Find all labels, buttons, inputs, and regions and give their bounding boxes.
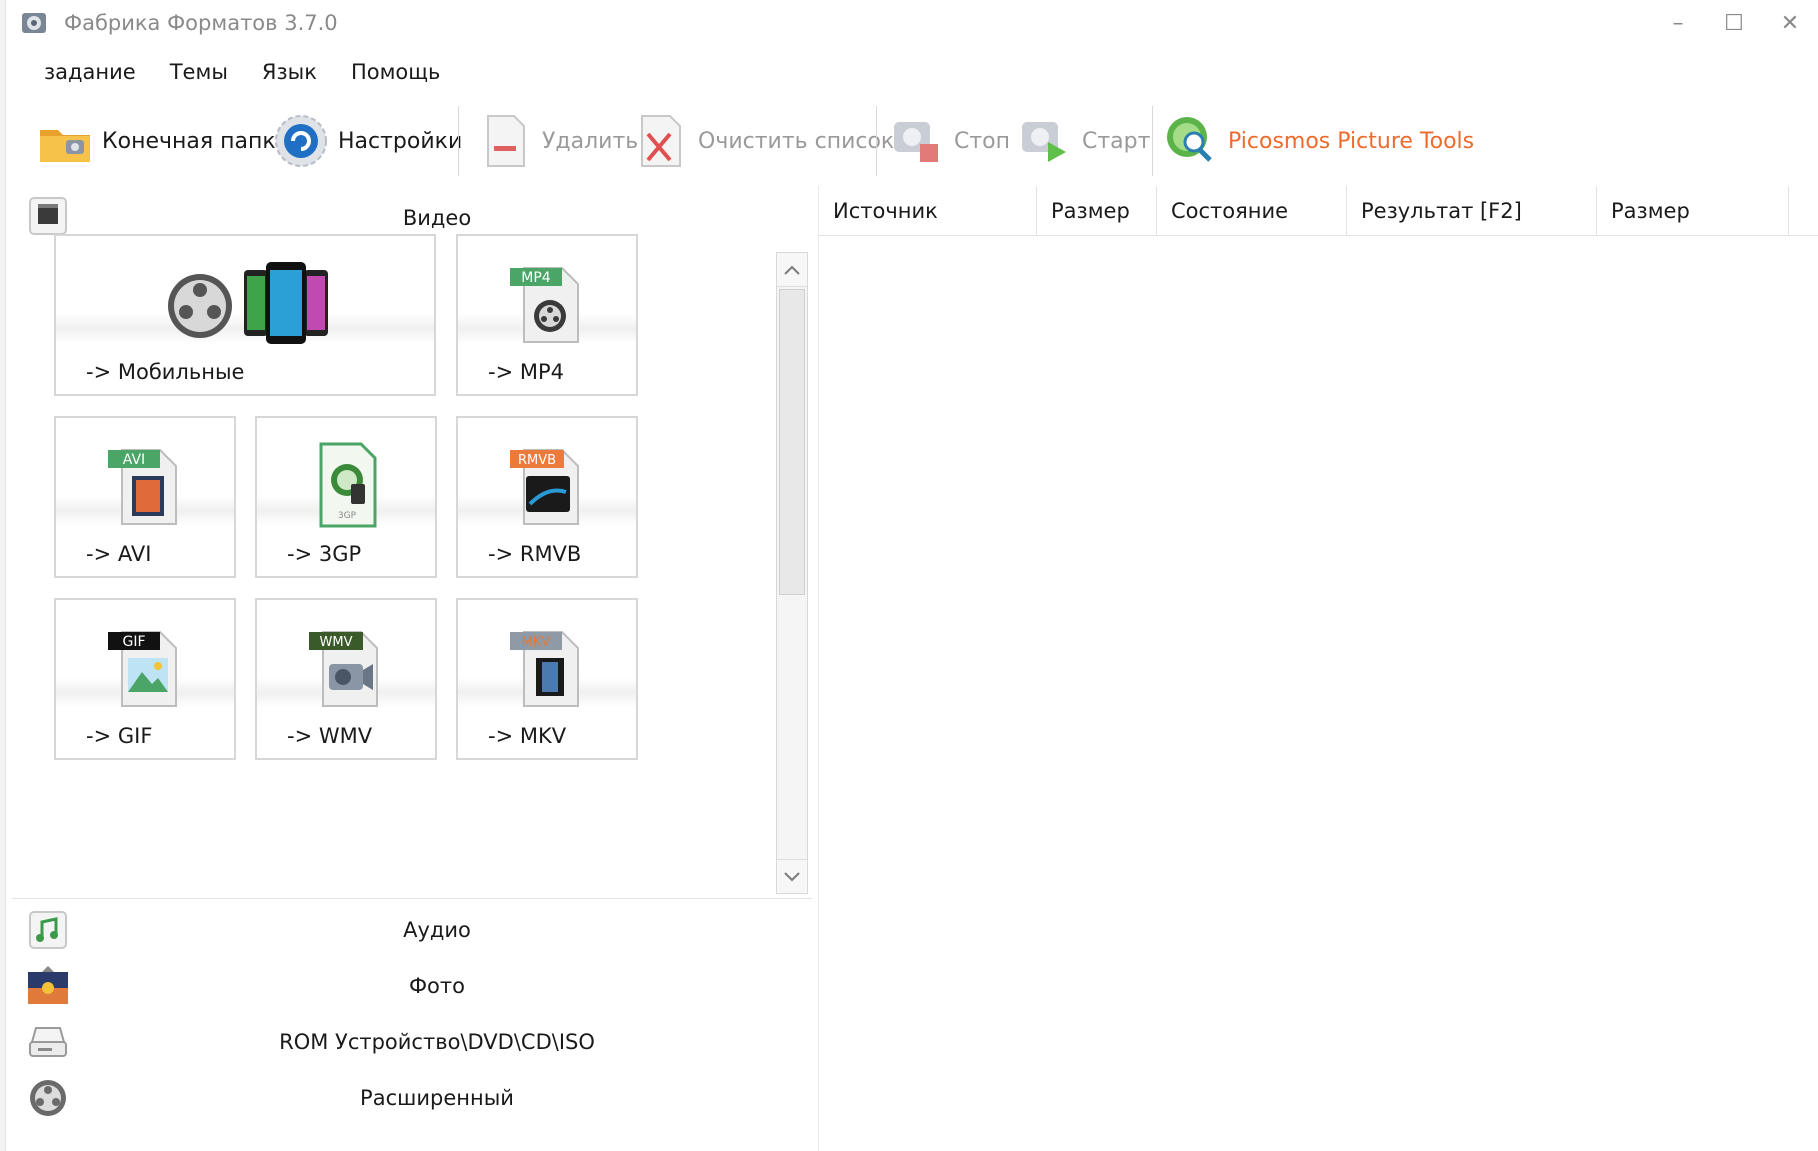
close-button[interactable]: ✕	[1762, 0, 1818, 46]
task-list-header: Источник Размер Состояние Результат [F2]…	[819, 186, 1818, 236]
mobile-devices-icon	[168, 262, 328, 344]
menu-bar: задание Темы Язык Помощь	[6, 52, 440, 92]
avi-file-icon: AVI	[108, 449, 177, 525]
delete-icon	[487, 115, 525, 167]
rmvb-file-icon: RMVB	[510, 449, 579, 525]
tile-gif[interactable]: GIF -> GIF	[54, 598, 236, 760]
settings-button[interactable]: Настройки	[272, 96, 462, 186]
settings-label: Настройки	[338, 128, 463, 154]
tile-mp4[interactable]: MP4 -> MP4	[456, 234, 638, 396]
tile-avi[interactable]: AVI -> AVI	[54, 416, 236, 578]
toolbar-separator	[458, 106, 459, 176]
window-controls: – ☐ ✕	[1650, 0, 1818, 46]
scroll-down-button[interactable]	[777, 859, 807, 893]
column-source[interactable]: Источник	[819, 186, 1037, 236]
category-photo-label: Фото	[408, 974, 465, 998]
wmv-file-icon: WMV	[309, 631, 378, 707]
toolbar-separator	[1152, 106, 1153, 176]
picosmos-icon	[1167, 117, 1212, 162]
tile-avi-label: -> AVI	[86, 542, 152, 566]
chevron-down-icon	[784, 871, 800, 881]
tile-mobile[interactable]: -> Мобильные	[54, 234, 436, 396]
minimize-button[interactable]: –	[1650, 0, 1706, 46]
toolbar: Конечная папка Настройки Удалить Очистит…	[6, 96, 1818, 186]
mkv-file-icon: MKV	[510, 631, 579, 707]
stop-label: Стоп	[954, 128, 1011, 154]
output-folder-label: Конечная папка	[102, 128, 290, 154]
category-rom[interactable]: ROM Устройство\DVD\CD\ISO	[12, 1012, 810, 1074]
3gp-badge: 3GP	[338, 511, 357, 521]
rmvb-badge: RMVB	[518, 453, 556, 468]
tile-rmvb-label: -> RMVB	[488, 542, 582, 566]
chevron-up-icon	[784, 265, 800, 275]
conversion-panel: Видео -> Мобильные MP4 -> MP4 AVI -> AVI…	[12, 186, 812, 1151]
category-advanced-label: Расширенный	[360, 1086, 514, 1110]
stop-button[interactable]: Стоп	[888, 96, 1010, 186]
clear-list-button[interactable]: Очистить список	[632, 96, 894, 186]
scroll-thumb[interactable]	[779, 289, 805, 595]
tile-wmv-label: -> WMV	[287, 724, 373, 748]
picosmos-label: Picosmos Picture Tools	[1228, 128, 1475, 154]
stop-icon	[894, 122, 938, 162]
category-photo[interactable]: Фото	[12, 956, 810, 1018]
gif-file-icon: GIF	[108, 631, 177, 707]
menu-themes[interactable]: Темы	[170, 60, 228, 84]
start-button[interactable]: Старт	[1016, 96, 1150, 186]
delete-label: Удалить	[542, 128, 639, 154]
tiles-scrollbar[interactable]	[776, 252, 808, 894]
mp4-file-icon: MP4	[510, 267, 579, 343]
category-advanced[interactable]: Расширенный	[12, 1068, 810, 1130]
menu-help[interactable]: Помощь	[351, 60, 441, 84]
column-status[interactable]: Состояние	[1157, 186, 1347, 236]
scroll-up-button[interactable]	[777, 253, 807, 287]
column-size[interactable]: Размер	[1037, 186, 1157, 236]
clear-list-label: Очистить список	[698, 128, 895, 154]
avi-badge: AVI	[123, 452, 145, 468]
3gp-file-icon: 3GP	[319, 442, 377, 528]
tile-mp4-label: -> MP4	[488, 360, 564, 384]
category-video-label: Видео	[402, 206, 472, 230]
task-list-panel: Источник Размер Состояние Результат [F2]…	[818, 186, 1818, 1151]
wmv-badge: WMV	[320, 635, 353, 650]
category-rom-label: ROM Устройство\DVD\CD\ISO	[279, 1030, 595, 1054]
mkv-badge: MKV	[522, 635, 551, 650]
folder-icon	[40, 130, 90, 162]
tile-wmv[interactable]: WMV -> WMV	[255, 598, 437, 760]
delete-button[interactable]: Удалить	[476, 96, 638, 186]
tile-rmvb[interactable]: RMVB -> RMVB	[456, 416, 638, 578]
tile-3gp-label: -> 3GP	[287, 542, 362, 566]
maximize-button[interactable]: ☐	[1706, 0, 1762, 46]
tile-mkv-label: -> MKV	[488, 724, 567, 748]
title-bar: Фабрика Форматов 3.7.0 – ☐ ✕	[6, 0, 1818, 46]
menu-task[interactable]: задание	[44, 60, 136, 84]
tile-mkv[interactable]: MKV -> MKV	[456, 598, 638, 760]
app-icon	[22, 13, 46, 33]
tile-gif-label: -> GIF	[86, 724, 153, 748]
category-divider	[12, 898, 812, 899]
window-title: Фабрика Форматов 3.7.0	[64, 11, 338, 35]
toolbar-separator	[876, 106, 877, 176]
mp4-badge: MP4	[521, 270, 551, 286]
column-result[interactable]: Результат [F2]	[1347, 186, 1597, 236]
column-output-size[interactable]: Размер	[1597, 186, 1789, 236]
menu-language[interactable]: Язык	[262, 60, 317, 84]
category-audio[interactable]: Аудио	[12, 900, 810, 962]
picosmos-button[interactable]: Picosmos Picture Tools	[1162, 96, 1474, 186]
settings-icon	[275, 115, 327, 167]
tile-3gp[interactable]: 3GP -> 3GP	[255, 416, 437, 578]
tile-mobile-label: -> Мобильные	[86, 360, 245, 384]
output-folder-button[interactable]: Конечная папка	[36, 96, 289, 186]
start-label: Старт	[1082, 128, 1151, 154]
category-audio-label: Аудио	[403, 918, 471, 942]
start-icon	[1022, 122, 1066, 162]
gif-badge: GIF	[122, 634, 145, 650]
clear-list-icon	[641, 115, 681, 167]
